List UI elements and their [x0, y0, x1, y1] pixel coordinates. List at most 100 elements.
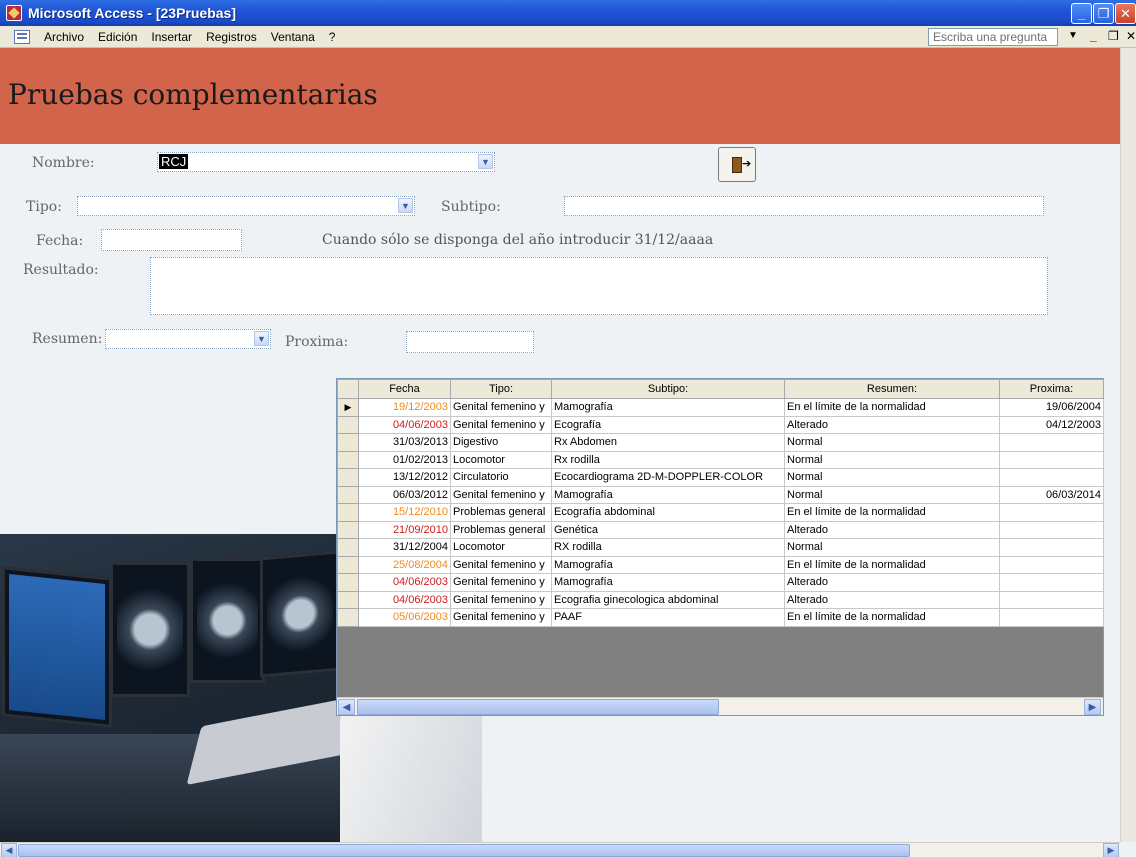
current-record-icon[interactable]: ▶: [337, 398, 359, 417]
cell-tipo[interactable]: Circulatorio: [450, 468, 552, 487]
cell-tipo[interactable]: Digestivo: [450, 433, 552, 452]
cell-resumen[interactable]: Alterado: [784, 520, 1000, 539]
cell-fecha[interactable]: 19/12/2003: [358, 398, 451, 417]
table-row[interactable]: 31/12/2004 Locomotor RX rodilla Normal: [337, 538, 1104, 557]
chevron-down-icon[interactable]: ▼: [398, 198, 413, 213]
cell-proxima[interactable]: 19/06/2004: [999, 398, 1104, 417]
table-row[interactable]: 13/12/2012 Circulatorio Ecocardiograma 2D-…: [337, 468, 1104, 487]
cell-fecha[interactable]: 31/03/2013: [358, 433, 451, 452]
restore-button[interactable]: ❐: [1093, 3, 1114, 24]
form-horizontal-scrollbar[interactable]: ◀ ▶: [0, 842, 1120, 857]
row-selector[interactable]: [337, 415, 359, 434]
cell-tipo[interactable]: Genital femenino y: [450, 485, 552, 504]
cell-proxima[interactable]: [999, 433, 1104, 452]
resultado-field[interactable]: [150, 257, 1048, 315]
menu-registros[interactable]: Registros: [206, 30, 257, 44]
help-question-input[interactable]: Escriba una pregunta: [928, 28, 1058, 46]
table-row[interactable]: ▶ 19/12/2003 Genital femenino y Mamografía E…: [337, 398, 1104, 417]
close-button[interactable]: ✕: [1115, 3, 1136, 24]
cell-resumen[interactable]: Normal: [784, 450, 1000, 469]
cell-proxima[interactable]: 04/12/2003: [999, 415, 1104, 434]
cell-subtipo[interactable]: Mamografía: [551, 398, 785, 417]
cell-resumen[interactable]: En el límite de la normalidad: [784, 608, 1000, 627]
cell-resumen[interactable]: En el límite de la normalidad: [784, 503, 1000, 522]
help-dropdown-icon[interactable]: ▼: [1068, 30, 1078, 41]
pruebas-subform[interactable]: Fecha Tipo: Subtipo: Resumen: Proxima: ▶…: [336, 378, 1104, 716]
cell-fecha[interactable]: 21/09/2010: [358, 520, 451, 539]
cell-proxima[interactable]: [999, 450, 1104, 469]
cell-subtipo[interactable]: Mamografía: [551, 485, 785, 504]
cell-fecha[interactable]: 13/12/2012: [358, 468, 451, 487]
cell-fecha[interactable]: 31/12/2004: [358, 538, 451, 557]
cell-fecha[interactable]: 25/08/2004: [358, 555, 451, 574]
cell-resumen[interactable]: Alterado: [784, 573, 1000, 592]
cell-subtipo[interactable]: Rx Abdomen: [551, 433, 785, 452]
cell-tipo[interactable]: Genital femenino y: [450, 555, 552, 574]
menu-help[interactable]: ?: [329, 30, 336, 44]
cell-proxima[interactable]: [999, 608, 1104, 627]
row-selector[interactable]: [337, 450, 359, 469]
table-row[interactable]: 21/09/2010 Problemas general Genética Alter…: [337, 520, 1104, 539]
proxima-field[interactable]: [406, 331, 534, 353]
table-row[interactable]: 01/02/2013 Locomotor Rx rodilla Normal: [337, 450, 1104, 469]
cell-subtipo[interactable]: Ecografía abdominal: [551, 503, 785, 522]
cell-resumen[interactable]: Alterado: [784, 415, 1000, 434]
nombre-combo[interactable]: RCJ ▼: [157, 152, 495, 172]
scroll-right-icon[interactable]: ▶: [1084, 699, 1101, 715]
cell-tipo[interactable]: Genital femenino y: [450, 608, 552, 627]
cell-tipo[interactable]: Problemas general: [450, 520, 552, 539]
menu-archivo[interactable]: Archivo: [44, 30, 84, 44]
cell-tipo[interactable]: Genital femenino y: [450, 398, 552, 417]
col-subtipo-header[interactable]: Subtipo:: [551, 379, 785, 399]
cell-proxima[interactable]: [999, 590, 1104, 609]
cell-resumen[interactable]: Normal: [784, 538, 1000, 557]
exit-button[interactable]: [718, 147, 756, 182]
row-selector[interactable]: [337, 485, 359, 504]
cell-subtipo[interactable]: Genética: [551, 520, 785, 539]
cell-tipo[interactable]: Genital femenino y: [450, 590, 552, 609]
cell-fecha[interactable]: 06/03/2012: [358, 485, 451, 504]
cell-subtipo[interactable]: Ecocardiograma 2D-M-DOPPLER-COLOR: [551, 468, 785, 487]
col-proxima-header[interactable]: Proxima:: [999, 379, 1104, 399]
cell-fecha[interactable]: 04/06/2003: [358, 573, 451, 592]
cell-tipo[interactable]: Locomotor: [450, 538, 552, 557]
cell-tipo[interactable]: Locomotor: [450, 450, 552, 469]
table-row[interactable]: 04/06/2003 Genital femenino y Ecografía Alt…: [337, 415, 1104, 434]
scroll-left-icon[interactable]: ◀: [1, 843, 17, 857]
cell-resumen[interactable]: Normal: [784, 433, 1000, 452]
row-selector[interactable]: [337, 538, 359, 557]
doc-restore-icon[interactable]: ❐: [1108, 29, 1119, 43]
cell-fecha[interactable]: 04/06/2003: [358, 415, 451, 434]
table-row[interactable]: 25/08/2004 Genital femenino y Mamografía En…: [337, 555, 1104, 574]
scroll-thumb[interactable]: [357, 699, 719, 715]
cell-subtipo[interactable]: Mamografía: [551, 555, 785, 574]
tipo-combo[interactable]: ▼: [77, 196, 415, 216]
cell-resumen[interactable]: Normal: [784, 485, 1000, 504]
table-row[interactable]: 31/03/2013 Digestivo Rx Abdomen Normal: [337, 433, 1104, 452]
row-selector[interactable]: [337, 433, 359, 452]
cell-resumen[interactable]: Alterado: [784, 590, 1000, 609]
chevron-down-icon[interactable]: ▼: [254, 331, 269, 346]
cell-subtipo[interactable]: RX rodilla: [551, 538, 785, 557]
cell-fecha[interactable]: 15/12/2010: [358, 503, 451, 522]
table-row[interactable]: 15/12/2010 Problemas general Ecografía abd…: [337, 503, 1104, 522]
vertical-scrollbar[interactable]: [1120, 48, 1136, 842]
resumen-combo[interactable]: ▼: [105, 329, 271, 349]
form-window-icon[interactable]: [14, 29, 30, 44]
cell-proxima[interactable]: [999, 468, 1104, 487]
row-selector[interactable]: [337, 573, 359, 592]
row-selector[interactable]: [337, 590, 359, 609]
doc-minimize-icon[interactable]: _: [1090, 29, 1097, 43]
row-selector[interactable]: [337, 608, 359, 627]
chevron-down-icon[interactable]: ▼: [478, 154, 493, 169]
cell-tipo[interactable]: Genital femenino y: [450, 415, 552, 434]
cell-tipo[interactable]: Problemas general: [450, 503, 552, 522]
table-row[interactable]: 04/06/2003 Genital femenino y Mamografía Al…: [337, 573, 1104, 592]
cell-tipo[interactable]: Genital femenino y: [450, 573, 552, 592]
select-all-header[interactable]: [337, 379, 359, 399]
cell-resumen[interactable]: Normal: [784, 468, 1000, 487]
cell-subtipo[interactable]: Mamografía: [551, 573, 785, 592]
cell-proxima[interactable]: [999, 503, 1104, 522]
minimize-button[interactable]: _: [1071, 3, 1092, 24]
row-selector[interactable]: [337, 468, 359, 487]
